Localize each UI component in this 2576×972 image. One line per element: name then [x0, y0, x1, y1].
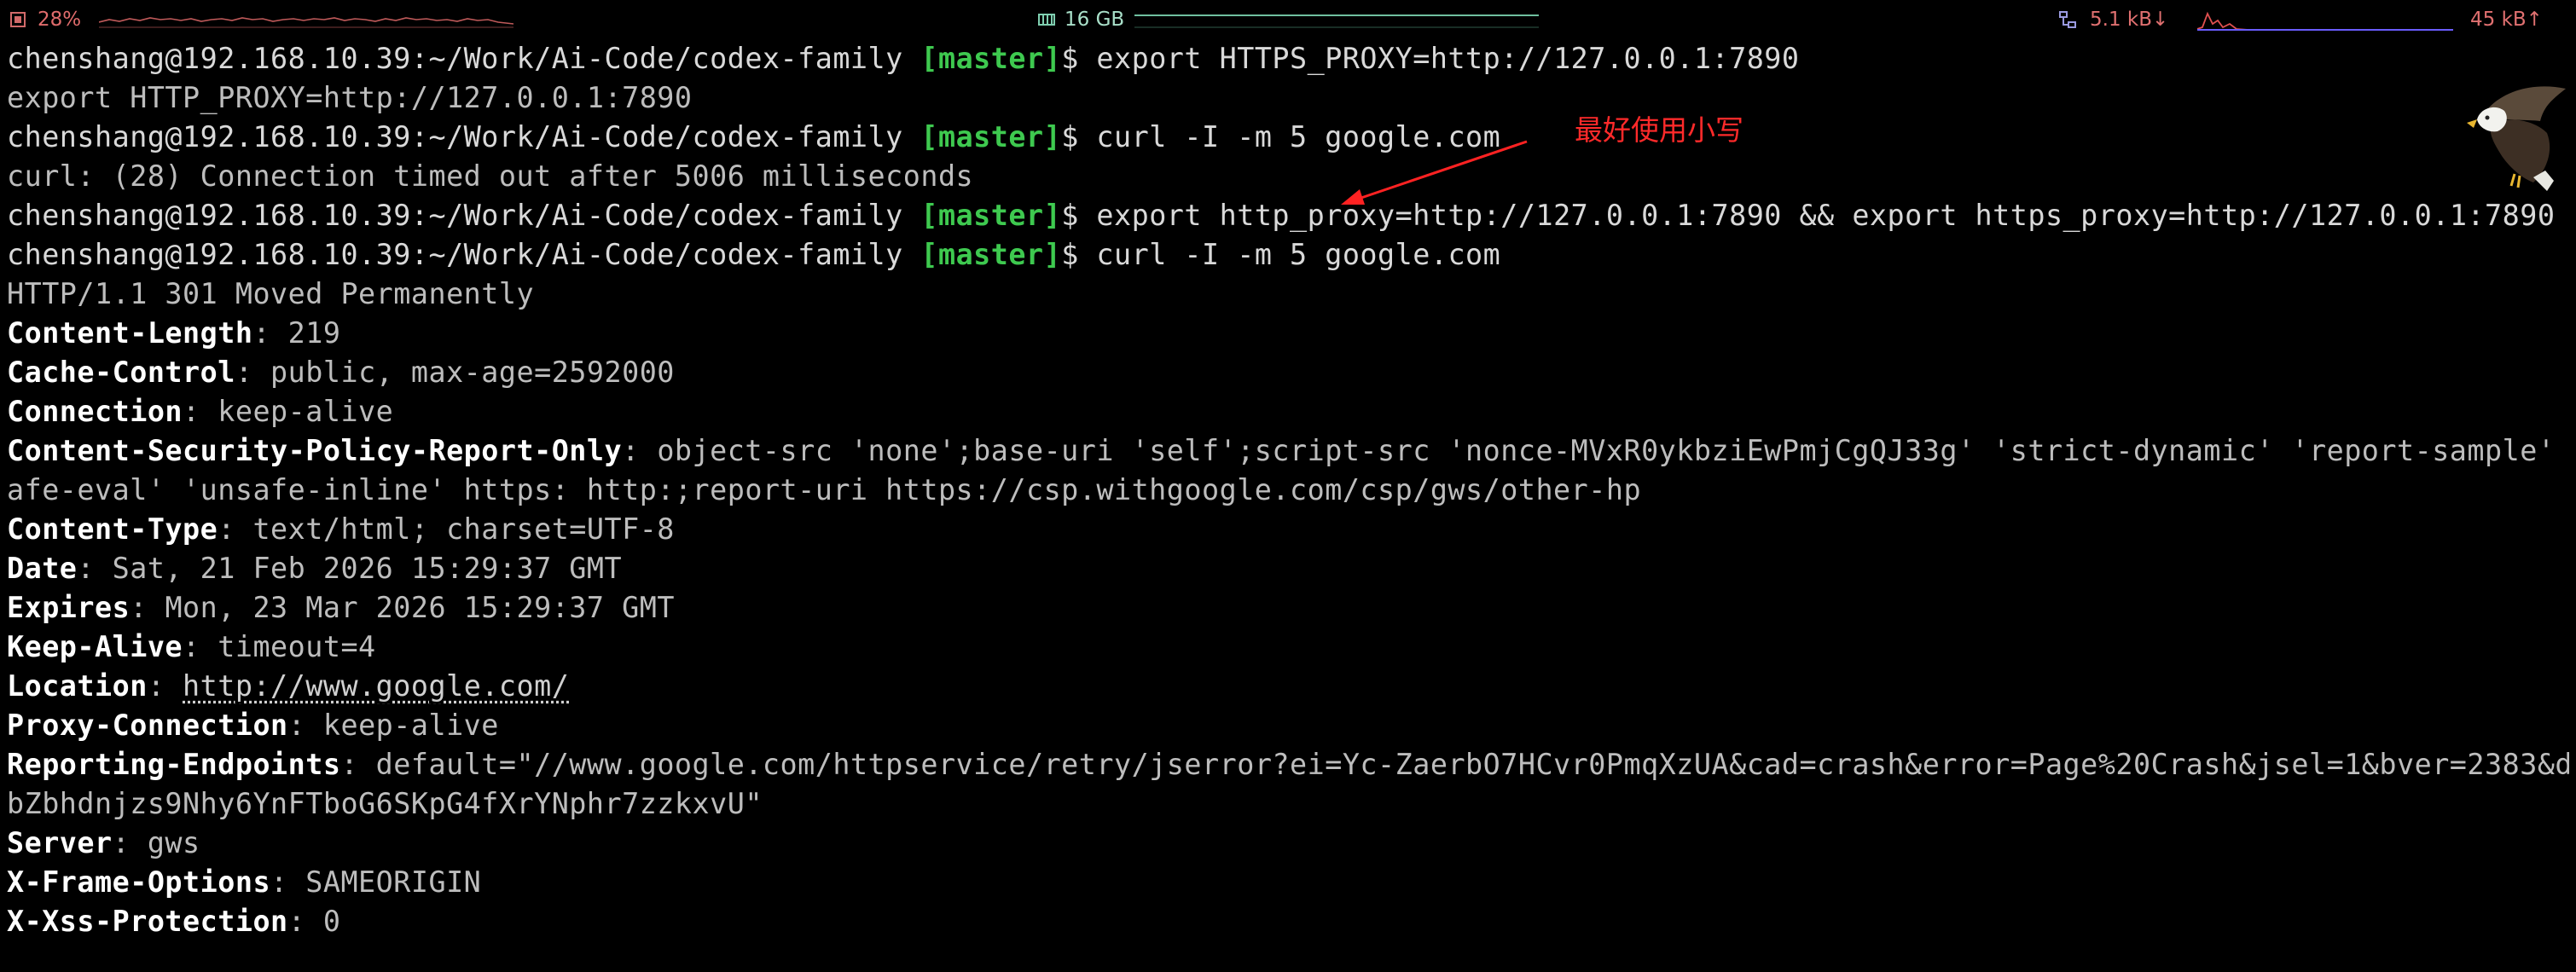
header-key: Reporting-Endpoints	[7, 748, 341, 781]
header-value: : timeout=4	[183, 630, 376, 663]
terminal-line: chenshang@192.168.10.39:~/Work/Ai-Code/c…	[7, 196, 2569, 235]
terminal-line: X-Frame-Options: SAMEORIGIN	[7, 863, 2569, 902]
terminal-line: curl: (28) Connection timed out after 50…	[7, 157, 2569, 196]
header-value: : Mon, 23 Mar 2026 15:29:37 GMT	[130, 591, 675, 624]
terminal-line: chenshang@192.168.10.39:~/Work/Ai-Code/c…	[7, 39, 2569, 78]
header-key: X-Frame-Options	[7, 865, 271, 899]
network-download: 5.1 kB↓	[2057, 0, 2168, 39]
cpu-graph	[99, 9, 513, 31]
output-text: HTTP/1.1 301 Moved Permanently	[7, 277, 535, 310]
header-key: Content-Length	[7, 316, 253, 350]
header-value: : gws	[112, 826, 200, 859]
prompt-path: chenshang@192.168.10.39:~/Work/Ai-Code/c…	[7, 199, 921, 232]
terminal-line: Connection: keep-alive	[7, 392, 2569, 431]
header-key: Expires	[7, 591, 131, 624]
header-value: : keep-alive	[183, 395, 394, 428]
header-value: : public, max-age=2592000	[235, 356, 675, 389]
terminal-line: afe-eval' 'unsafe-inline' https: http:;r…	[7, 471, 2569, 510]
red-arrow-icon	[1341, 140, 1528, 205]
command-text: $ export HTTPS_PROXY=http://127.0.0.1:78…	[1061, 42, 1800, 75]
cpu-percent: 28%	[38, 9, 82, 31]
download-rate: 5.1 kB↓	[2090, 9, 2169, 31]
terminal-line: chenshang@192.168.10.39:~/Work/Ai-Code/c…	[7, 235, 2569, 275]
header-key: Connection	[7, 395, 183, 428]
terminal-line: chenshang@192.168.10.39:~/Work/Ai-Code/c…	[7, 118, 2569, 157]
header-value: : text/html; charset=UTF-8	[218, 512, 675, 546]
cpu-chip-icon	[10, 12, 26, 27]
terminal-line: Cache-Control: public, max-age=2592000	[7, 353, 2569, 392]
terminal-line: Date: Sat, 21 Feb 2026 15:29:37 GMT	[7, 549, 2569, 588]
header-value: : 219	[252, 316, 341, 350]
git-branch: [master]	[920, 199, 1062, 232]
terminal-line: Content-Type: text/html; charset=UTF-8	[7, 510, 2569, 549]
terminal-line: Expires: Mon, 23 Mar 2026 15:29:37 GMT	[7, 588, 2569, 628]
terminal-line: Reporting-Endpoints: default="//www.goog…	[7, 745, 2569, 784]
terminal-line: Keep-Alive: timeout=4	[7, 628, 2569, 667]
command-text: $ export http_proxy=http://127.0.0.1:789…	[1061, 199, 2556, 232]
header-key: Content-Type	[7, 512, 218, 546]
header-value: : keep-alive	[287, 709, 499, 742]
upload-rate: 45 kB↑	[2470, 9, 2543, 31]
output-text: export HTTP_PROXY=http://127.0.0.1:7890	[7, 81, 693, 114]
output-text: bZbhdnjzs9Nhy6YnFTboG6SKpG4fXrYNphr7zzkx…	[7, 787, 763, 820]
header-key: Proxy-Connection	[7, 709, 288, 742]
git-branch: [master]	[920, 238, 1062, 271]
terminal-line: export HTTP_PROXY=http://127.0.0.1:7890	[7, 78, 2569, 118]
terminal-output[interactable]: chenshang@192.168.10.39:~/Work/Ai-Code/c…	[7, 39, 2569, 941]
memory-graph	[1134, 9, 1539, 31]
cpu-usage: 28%	[9, 0, 81, 39]
header-value: : SAMEORIGIN	[270, 865, 482, 899]
status-bar: 28% 16 GB 5.1 kB↓ 45 kB↑	[0, 0, 2576, 39]
header-value: : object-src 'none';base-uri 'self';scri…	[622, 434, 2569, 467]
network-icon	[2059, 11, 2076, 28]
network-upload: 45 kB↑	[2470, 0, 2543, 39]
header-key: Location	[7, 669, 148, 703]
terminal-line: HTTP/1.1 301 Moved Permanently	[7, 275, 2569, 314]
git-branch: [master]	[920, 42, 1062, 75]
terminal-line: Content-Length: 219	[7, 314, 2569, 353]
git-branch: [master]	[920, 120, 1062, 153]
header-value: : Sat, 21 Feb 2026 15:29:37 GMT	[77, 552, 623, 585]
prompt-path: chenshang@192.168.10.39:~/Work/Ai-Code/c…	[7, 42, 921, 75]
header-value: : default="//www.google.com/httpservice/…	[340, 748, 2569, 781]
terminal-line: Content-Security-Policy-Report-Only: obj…	[7, 431, 2569, 471]
terminal-line: bZbhdnjzs9Nhy6YnFTboG6SKpG4fXrYNphr7zzkx…	[7, 784, 2569, 824]
annotation-text: 最好使用小写	[1575, 113, 1743, 147]
header-link[interactable]: http://www.google.com/	[183, 669, 569, 703]
memory-usage: 16 GB	[1037, 0, 1124, 39]
terminal-line: Server: gws	[7, 824, 2569, 863]
header-key: Date	[7, 552, 78, 585]
output-text: afe-eval' 'unsafe-inline' https: http:;r…	[7, 473, 1642, 506]
header-separator: :	[147, 669, 183, 703]
header-key: Keep-Alive	[7, 630, 183, 663]
memory-icon	[1038, 14, 1055, 26]
terminal-line: Location: http://www.google.com/	[7, 667, 2569, 706]
network-graph	[2197, 7, 2453, 32]
header-value: : 0	[287, 905, 341, 938]
command-text: $ curl -I -m 5 google.com	[1061, 238, 1501, 271]
output-text: curl: (28) Connection timed out after 50…	[7, 159, 974, 193]
eagle-icon	[2467, 86, 2566, 191]
terminal-line: X-Xss-Protection: 0	[7, 902, 2569, 941]
header-key: Server	[7, 826, 113, 859]
header-key: Cache-Control	[7, 356, 235, 389]
prompt-path: chenshang@192.168.10.39:~/Work/Ai-Code/c…	[7, 120, 921, 153]
terminal-line: Proxy-Connection: keep-alive	[7, 706, 2569, 745]
header-key: Content-Security-Policy-Report-Only	[7, 434, 623, 467]
memory-used: 16 GB	[1065, 9, 1125, 31]
prompt-path: chenshang@192.168.10.39:~/Work/Ai-Code/c…	[7, 238, 921, 271]
header-key: X-Xss-Protection	[7, 905, 288, 938]
